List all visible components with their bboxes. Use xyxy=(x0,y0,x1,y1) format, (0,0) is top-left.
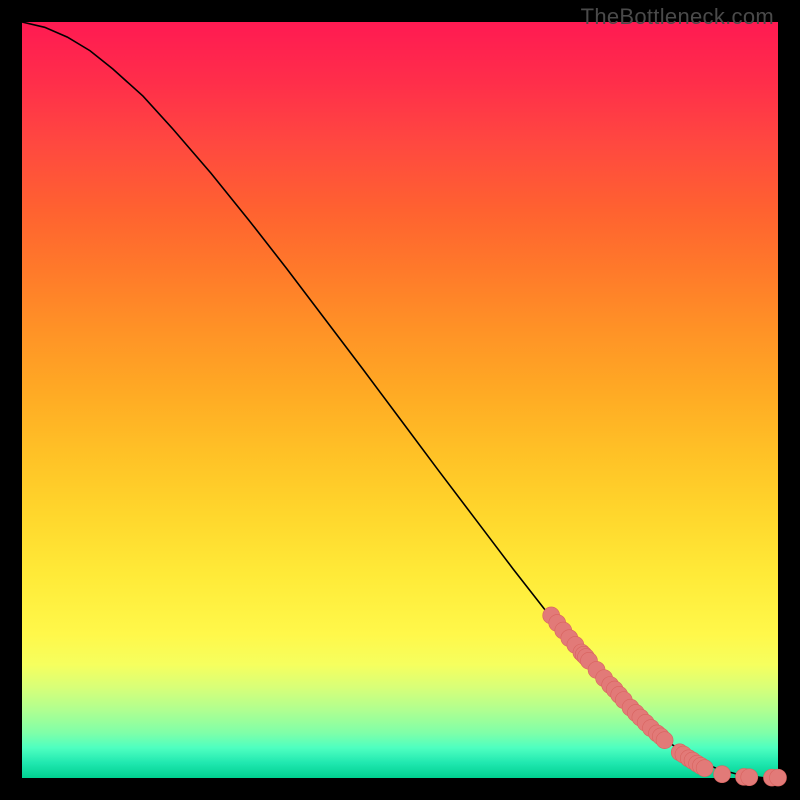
bottleneck-curve xyxy=(22,22,778,778)
scatter-dot xyxy=(714,766,731,783)
scatter-dot xyxy=(656,732,673,749)
scatter-dot xyxy=(696,760,713,777)
scatter-dots xyxy=(543,607,787,786)
scatter-dot xyxy=(741,769,758,786)
chart-overlay xyxy=(22,22,778,778)
scatter-dot xyxy=(770,769,787,786)
